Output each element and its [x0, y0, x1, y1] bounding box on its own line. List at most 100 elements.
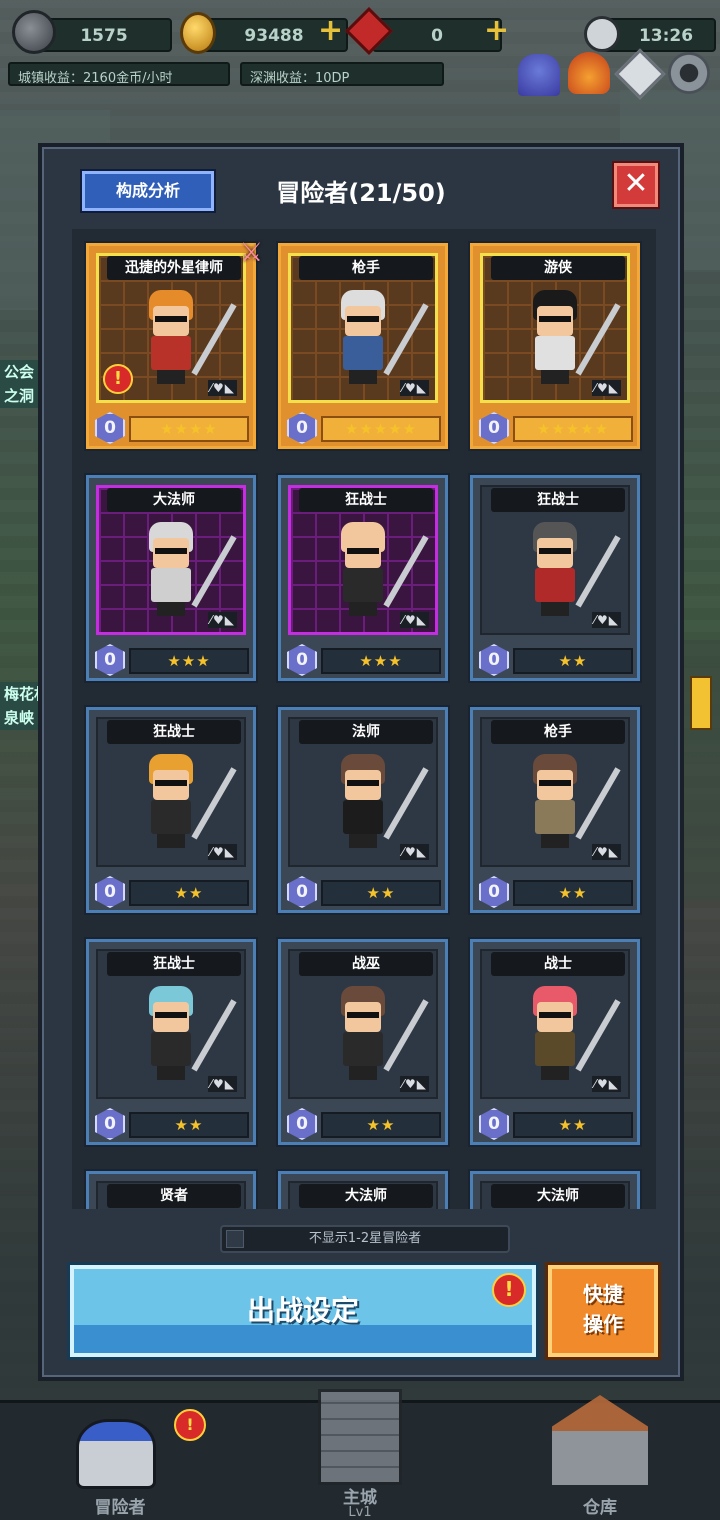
add-gem-button[interactable]: + [484, 16, 509, 46]
adventurer-card[interactable]: 迅捷的外星律师 ⁄♥◣ 0 ★★★★! ⚔ [86, 238, 263, 449]
party-icon[interactable] [518, 54, 560, 96]
star-rating: ★★ [321, 1112, 441, 1138]
level-badge: 0 [287, 644, 317, 676]
adventurer-name: 枪手 [491, 720, 625, 744]
quick-action-button[interactable]: 快捷 操作 [548, 1265, 658, 1357]
adventurer-sprite [139, 290, 237, 386]
level-badge: 0 [287, 876, 317, 908]
glasses [155, 1012, 187, 1018]
adventurer-card[interactable]: 狂战士 ⁄♥◣ 0 ★★★ [278, 475, 448, 681]
nav-adventurer[interactable]: ! 冒险者 [0, 1403, 240, 1520]
town-income: 城镇收益：2160金币/小时 [8, 62, 230, 86]
legs [349, 602, 377, 616]
legs [541, 602, 569, 616]
adventurer-sprite [523, 290, 621, 386]
gear-icon[interactable] [668, 52, 710, 94]
adventurer-card[interactable]: 枪手 ⁄♥◣ 0 ★★★★★ [278, 243, 448, 449]
glasses [155, 780, 187, 786]
adventurer-sprite [139, 986, 237, 1082]
legs [157, 602, 185, 616]
adventurer-grid[interactable]: 迅捷的外星律师 ⁄♥◣ 0 ★★★★! ⚔ 枪手 ⁄♥◣ 0 ★★★★★ 游侠 ⁄♥◣ 0 ★★★★★ 大… [72, 229, 656, 1209]
exp-counter: 1575 [36, 18, 172, 52]
adventurer-card[interactable]: 战巫 ⁄♥◣ 0 ★★ [278, 939, 448, 1145]
adventurer-card[interactable]: 狂战士 ⁄♥◣ 0 ★★ [470, 475, 640, 681]
adventurer-name: 贤者 [107, 1184, 241, 1208]
nav-adventurer-label: 冒险者 [94, 1498, 146, 1518]
outfit [535, 336, 575, 370]
star-rating: ★★★ [129, 648, 249, 674]
adventurer-card[interactable]: 大法师 [470, 1171, 640, 1209]
star-rating: ★★ [513, 880, 633, 906]
add-gold-button[interactable]: + [318, 16, 343, 46]
adventurer-card[interactable]: 狂战士 ⁄♥◣ 0 ★★ [86, 939, 256, 1145]
hide-low-star-toggle[interactable]: 不显示1-2星冒险者 [220, 1225, 510, 1253]
adventurer-name: 战士 [491, 952, 625, 976]
legs [541, 834, 569, 848]
glasses [155, 548, 187, 554]
star-rating: ★★ [513, 648, 633, 674]
alert-icon: ! [103, 364, 133, 394]
adventurer-card[interactable]: 战士 ⁄♥◣ 0 ★★ [470, 939, 640, 1145]
adventurer-sprite [523, 986, 621, 1082]
close-button[interactable]: ✕ [614, 163, 658, 207]
outfit [343, 1032, 383, 1066]
equipment-slots-icon: ⁄♥◣ [592, 380, 621, 396]
equipment-slots-icon: ⁄♥◣ [208, 1076, 237, 1092]
equipment-slots-icon: ⁄♥◣ [400, 844, 429, 860]
outfit [151, 568, 191, 602]
map-label-guild[interactable]: 公会 [0, 360, 39, 384]
checkbox[interactable] [226, 1230, 244, 1248]
nav-main-city[interactable]: 主城 Lv1 [240, 1389, 480, 1520]
adventurer-card[interactable]: 贤者 [86, 1171, 256, 1209]
glasses [155, 316, 187, 322]
adventurer-sprite [139, 522, 237, 618]
level-badge: 0 [479, 1108, 509, 1140]
map-label-cave[interactable]: 之洞 [0, 384, 39, 408]
adventurer-card[interactable]: 狂战士 ⁄♥◣ 0 ★★ [86, 707, 256, 913]
star-rating: ★★ [513, 1112, 633, 1138]
warehouse-icon [552, 1395, 648, 1485]
nav-warehouse[interactable]: 仓库 [480, 1395, 720, 1520]
quick-action-label-1: 快捷 [583, 1282, 623, 1306]
knight-helmet-icon [76, 1419, 156, 1489]
glasses [347, 548, 379, 554]
outfit [535, 568, 575, 602]
adventurer-name: 迅捷的外星律师 [107, 256, 241, 280]
adventurer-card[interactable]: 大法师 ⁄♥◣ 0 ★★★ [86, 475, 256, 681]
star-rating: ★★★★ [129, 416, 249, 442]
quick-action-label-2: 操作 [583, 1312, 623, 1336]
glasses [347, 1012, 379, 1018]
level-badge: 0 [479, 876, 509, 908]
adventurer-card[interactable]: 大法师 [278, 1171, 448, 1209]
glasses [539, 780, 571, 786]
legs [157, 370, 185, 384]
level-badge: 0 [287, 412, 317, 444]
star-rating: ★★★★★ [513, 416, 633, 442]
equipment-slots-icon: ⁄♥◣ [400, 612, 429, 628]
adventurer-sprite [331, 290, 429, 386]
legs [157, 1066, 185, 1080]
adventurer-sprite [139, 754, 237, 850]
adventurer-name: 大法师 [491, 1184, 625, 1208]
level-badge: 0 [95, 412, 125, 444]
clock-icon [584, 16, 620, 52]
legs [349, 370, 377, 384]
legs [541, 370, 569, 384]
star-rating: ★★★ [321, 648, 441, 674]
adventurer-name: 大法师 [107, 488, 241, 512]
adventurer-card[interactable]: 游侠 ⁄♥◣ 0 ★★★★★ [470, 243, 640, 449]
exp-value: 1575 [80, 26, 128, 46]
adventurer-card[interactable]: 枪手 ⁄♥◣ 0 ★★ [470, 707, 640, 913]
equipment-slots-icon: ⁄♥◣ [208, 380, 237, 396]
map-label-gorge[interactable]: 泉峡 [0, 706, 39, 730]
battle-setup-button[interactable]: 出战设定 ! [70, 1265, 536, 1357]
level-badge: 0 [287, 1108, 317, 1140]
quest-alert-icon[interactable] [690, 676, 712, 730]
adventurer-card[interactable]: 法师 ⁄♥◣ 0 ★★ [278, 707, 448, 913]
equipment-slots-icon: ⁄♥◣ [400, 1076, 429, 1092]
fire-icon[interactable] [568, 52, 610, 94]
legs [349, 834, 377, 848]
main-city-level: Lv1 [348, 1505, 372, 1520]
outfit [151, 1032, 191, 1066]
compass-icon[interactable] [614, 48, 666, 100]
